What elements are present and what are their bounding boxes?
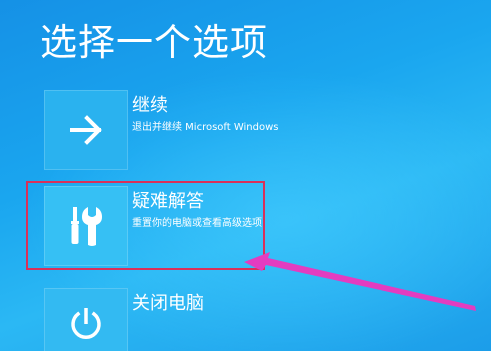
troubleshoot-tile[interactable] [44,186,128,266]
continue-description: 退出并继续 Microsoft Windows [132,122,279,133]
troubleshoot-option[interactable]: 疑难解答 重置你的电脑或查看高级选项 [44,186,444,266]
troubleshoot-description: 重置你的电脑或查看高级选项 [132,218,262,229]
power-icon [71,308,101,339]
shutdown-option[interactable]: 关闭电脑 [44,288,444,351]
shutdown-tile[interactable] [44,288,128,351]
page-title: 选择一个选项 [40,21,268,64]
troubleshoot-label: 疑难解答 [132,191,204,212]
wrench-screwdriver-icon [71,207,102,246]
continue-label: 继续 [132,95,168,116]
recovery-screen: { "page": { "title": "选择一个选项" }, "option… [0,0,491,351]
continue-option[interactable]: 继续 退出并继续 Microsoft Windows [44,90,444,170]
continue-tile[interactable] [44,90,128,170]
shutdown-label: 关闭电脑 [132,293,204,314]
arrow-right-icon [70,115,102,145]
